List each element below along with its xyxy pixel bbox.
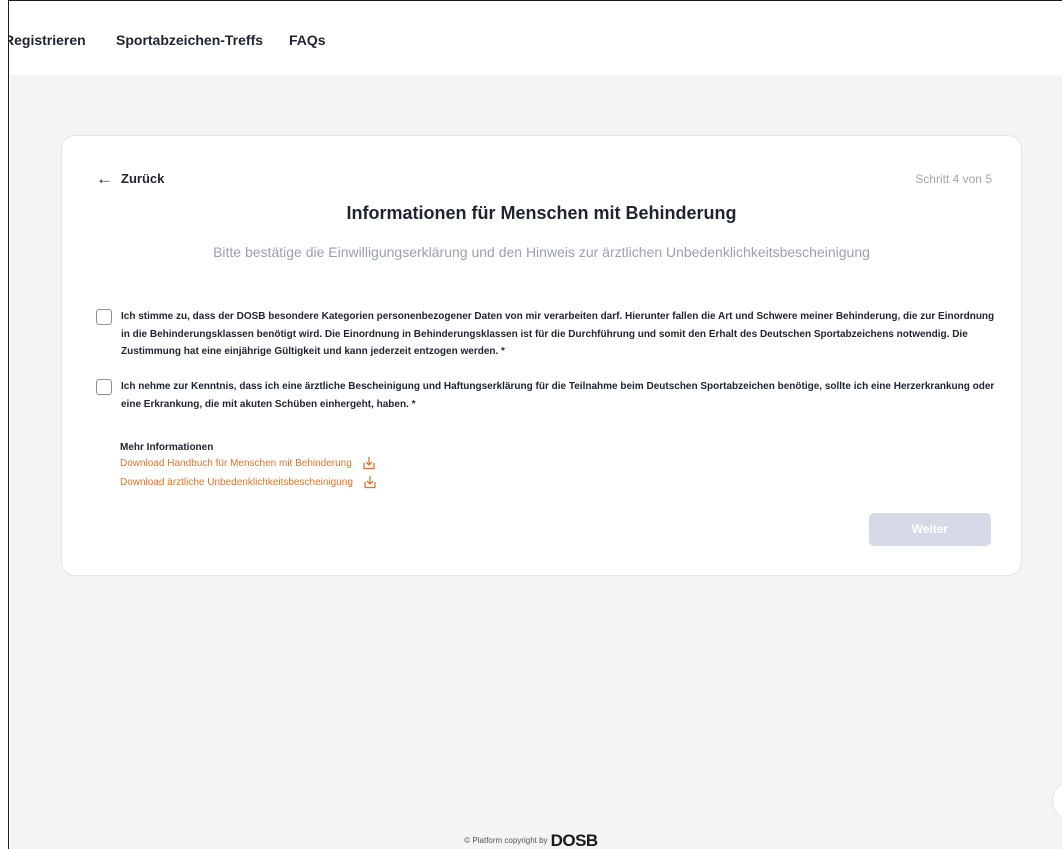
more-information-section: Mehr Informationen Download Handbuch für… (120, 442, 377, 494)
consent-item-data-processing: Ich stimme zu, dass der DOSB besondere K… (96, 308, 996, 361)
consent-item-medical-certificate: Ich nehme zur Kenntnis, dass ich eine är… (96, 378, 996, 413)
top-navigation: Registrieren Sportabzeichen-Treffs FAQs (0, 0, 1062, 75)
back-label: Zurück (121, 171, 165, 186)
back-button[interactable]: ← Zurück (96, 170, 164, 187)
copyright-text: © Platform copyright by (464, 836, 548, 845)
nav-item-registrieren[interactable]: Registrieren (4, 32, 86, 48)
footer: © Platform copyright by DOSB (0, 832, 1062, 849)
more-information-label: Mehr Informationen (120, 442, 214, 453)
nav-item-faqs[interactable]: FAQs (289, 32, 326, 48)
download-icon (363, 457, 375, 470)
next-button[interactable]: Weiter (869, 513, 991, 546)
consent-checkbox-medical-certificate[interactable] (96, 379, 112, 395)
consent-text-data-processing: Ich stimme zu, dass der DOSB besondere K… (121, 311, 995, 357)
download-handbook-label: Download Handbuch für Menschen mit Behin… (120, 457, 352, 469)
window-border-top (0, 0, 1062, 1)
page-subtitle: Bitte bestätige die Einwilligungserkläru… (213, 244, 870, 260)
download-handbook-link[interactable]: Download Handbuch für Menschen mit Behin… (120, 456, 377, 470)
download-certificate-label: Download ärztliche Unbedenklichkeitsbesc… (120, 476, 353, 488)
step-indicator: Schritt 4 von 5 (915, 172, 992, 186)
window-border-left (0, 0, 9, 849)
download-icon (364, 476, 376, 489)
consent-text-medical-certificate: Ich nehme zur Kenntnis, dass ich eine är… (121, 381, 995, 410)
page-title: Informationen für Menschen mit Behinderu… (346, 203, 737, 223)
arrow-left-icon: ← (96, 169, 113, 188)
dosb-logo: DOSB (550, 831, 599, 849)
consent-checkbox-data-processing[interactable] (96, 309, 112, 325)
download-certificate-link[interactable]: Download ärztliche Unbedenklichkeitsbesc… (120, 475, 377, 489)
nav-item-sportabzeichen-treffs[interactable]: Sportabzeichen-Treffs (116, 32, 263, 48)
